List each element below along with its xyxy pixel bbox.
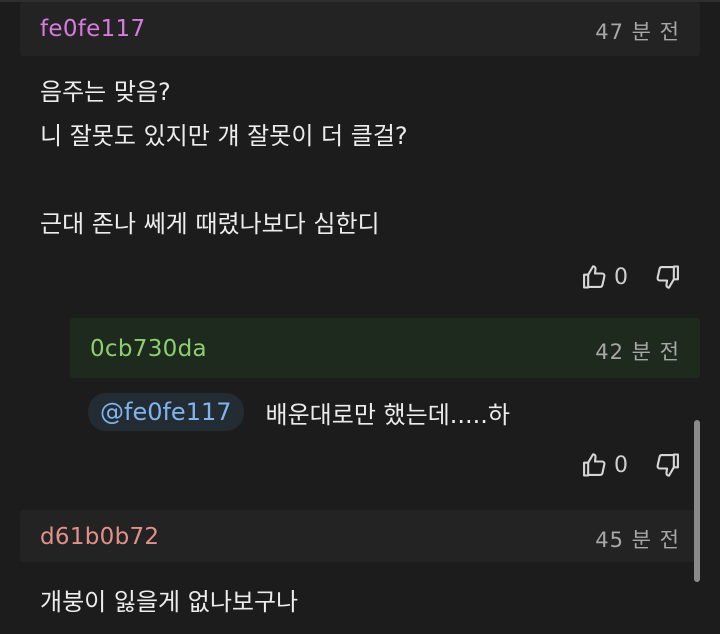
- thumbs-down-icon: [654, 263, 682, 291]
- thumbs-up-icon: [580, 263, 608, 291]
- comment-username[interactable]: d61b0b72: [40, 524, 159, 550]
- scrollbar[interactable]: [694, 420, 700, 582]
- thumbs-up-icon: [580, 451, 608, 479]
- reply-time: 42 분 전: [595, 340, 680, 364]
- reply-header: 0cb730da 42 분 전: [70, 318, 700, 378]
- comment-line: 음주는 맞음?: [40, 78, 171, 106]
- mention-tag[interactable]: @fe0fe117: [88, 393, 244, 431]
- reply-username[interactable]: 0cb730da: [90, 336, 207, 362]
- like-count: 0: [614, 264, 628, 290]
- reply-body: @fe0fe117 배운대로만 했는데.....하: [88, 393, 510, 431]
- comment-username[interactable]: fe0fe117: [40, 16, 145, 42]
- reply-vote-bar: 0: [580, 450, 682, 480]
- comment-line: 개붕이 잃을게 없나보구나: [40, 588, 299, 616]
- comment-blank-line: [40, 158, 408, 202]
- comment-body: 개붕이 잃을게 없나보구나: [40, 580, 298, 624]
- comment-time: 45 분 전: [595, 528, 680, 552]
- dislike-button[interactable]: [654, 263, 682, 291]
- comment-time: 47 분 전: [595, 20, 680, 44]
- like-count: 0: [614, 452, 628, 478]
- dislike-button[interactable]: [654, 451, 682, 479]
- comment-line: 근대 존나 쎄게 때렸나보다 심한디: [40, 210, 380, 238]
- comment-header: d61b0b72 45 분 전: [20, 510, 700, 562]
- comment-thread: fe0fe117 47 분 전 음주는 맞음? 니 잘못도 있지만 걔 잘못이 …: [0, 0, 720, 634]
- like-button[interactable]: 0: [580, 263, 654, 291]
- like-button[interactable]: 0: [580, 451, 654, 479]
- thumbs-down-icon: [654, 451, 682, 479]
- vote-bar: 0: [580, 262, 682, 292]
- reply-text: 배운대로만 했는데.....하: [265, 400, 511, 429]
- comment-line: 니 잘못도 있지만 걔 잘못이 더 클걸?: [40, 122, 408, 150]
- comment-body: 음주는 맞음? 니 잘못도 있지만 걔 잘못이 더 클걸? 근대 존나 쎄게 때…: [40, 70, 408, 246]
- comment-header: fe0fe117 47 분 전: [20, 2, 700, 56]
